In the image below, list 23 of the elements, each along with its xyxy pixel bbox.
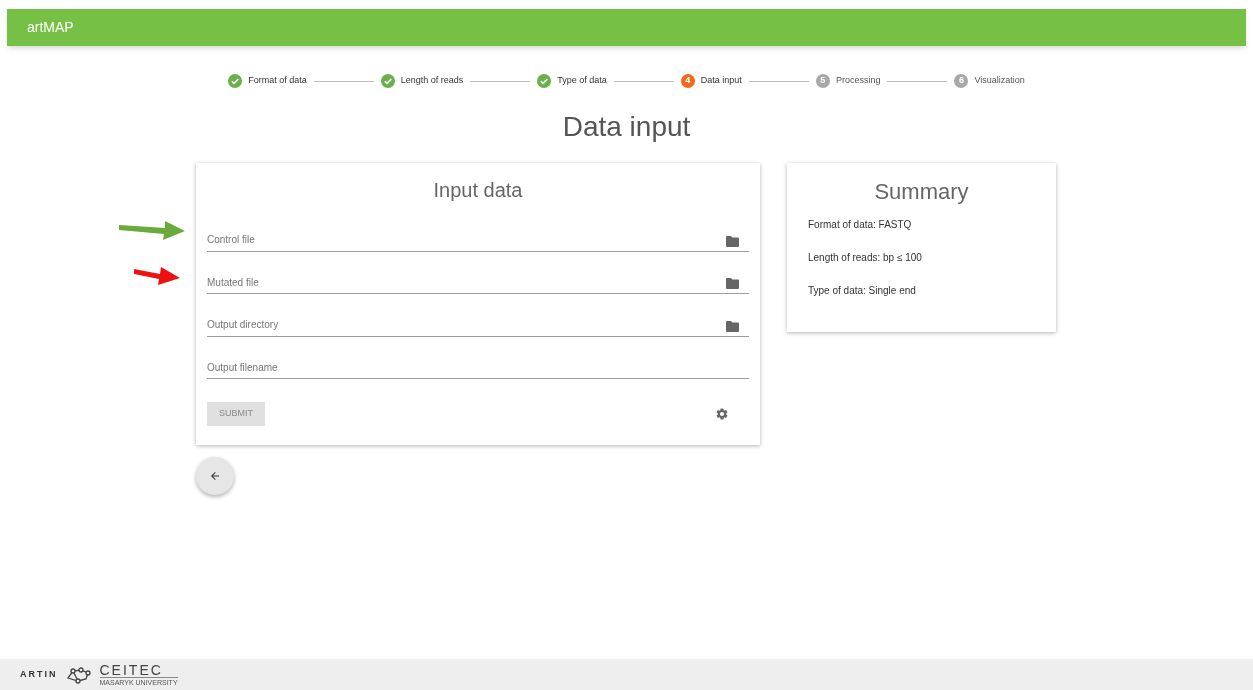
folder-icon[interactable] [726,278,739,289]
step-label: Processing [835,74,881,88]
step-label: Visualization [974,74,1025,88]
step-number: 4 [680,74,695,88]
step-number: 6 [954,74,969,88]
folder-icon[interactable] [726,235,739,247]
summary-line: Length of reads: bp ≤ 100 [808,251,923,265]
summary-line: Format of data: FASTQ [808,218,913,232]
back-arrow-icon [209,470,221,482]
page-title: Data input [561,110,692,144]
ceitec-logo: CEITEC [99,663,178,678]
card-title: Input data [432,178,524,199]
summary-line: Type of data: Single end [808,284,917,298]
settings-icon[interactable] [715,407,729,421]
app-title: artMAP [27,18,74,37]
step-number: 5 [815,74,830,88]
step-label: Type of data [557,74,607,88]
step-label: Format of data [248,74,307,88]
step-label: Length of reads [400,74,464,88]
artin-logo: ARTIN [20,667,58,681]
folder-icon[interactable] [726,320,739,332]
input-field[interactable]: Output filename [207,336,749,379]
step-label: Data input [700,74,742,88]
